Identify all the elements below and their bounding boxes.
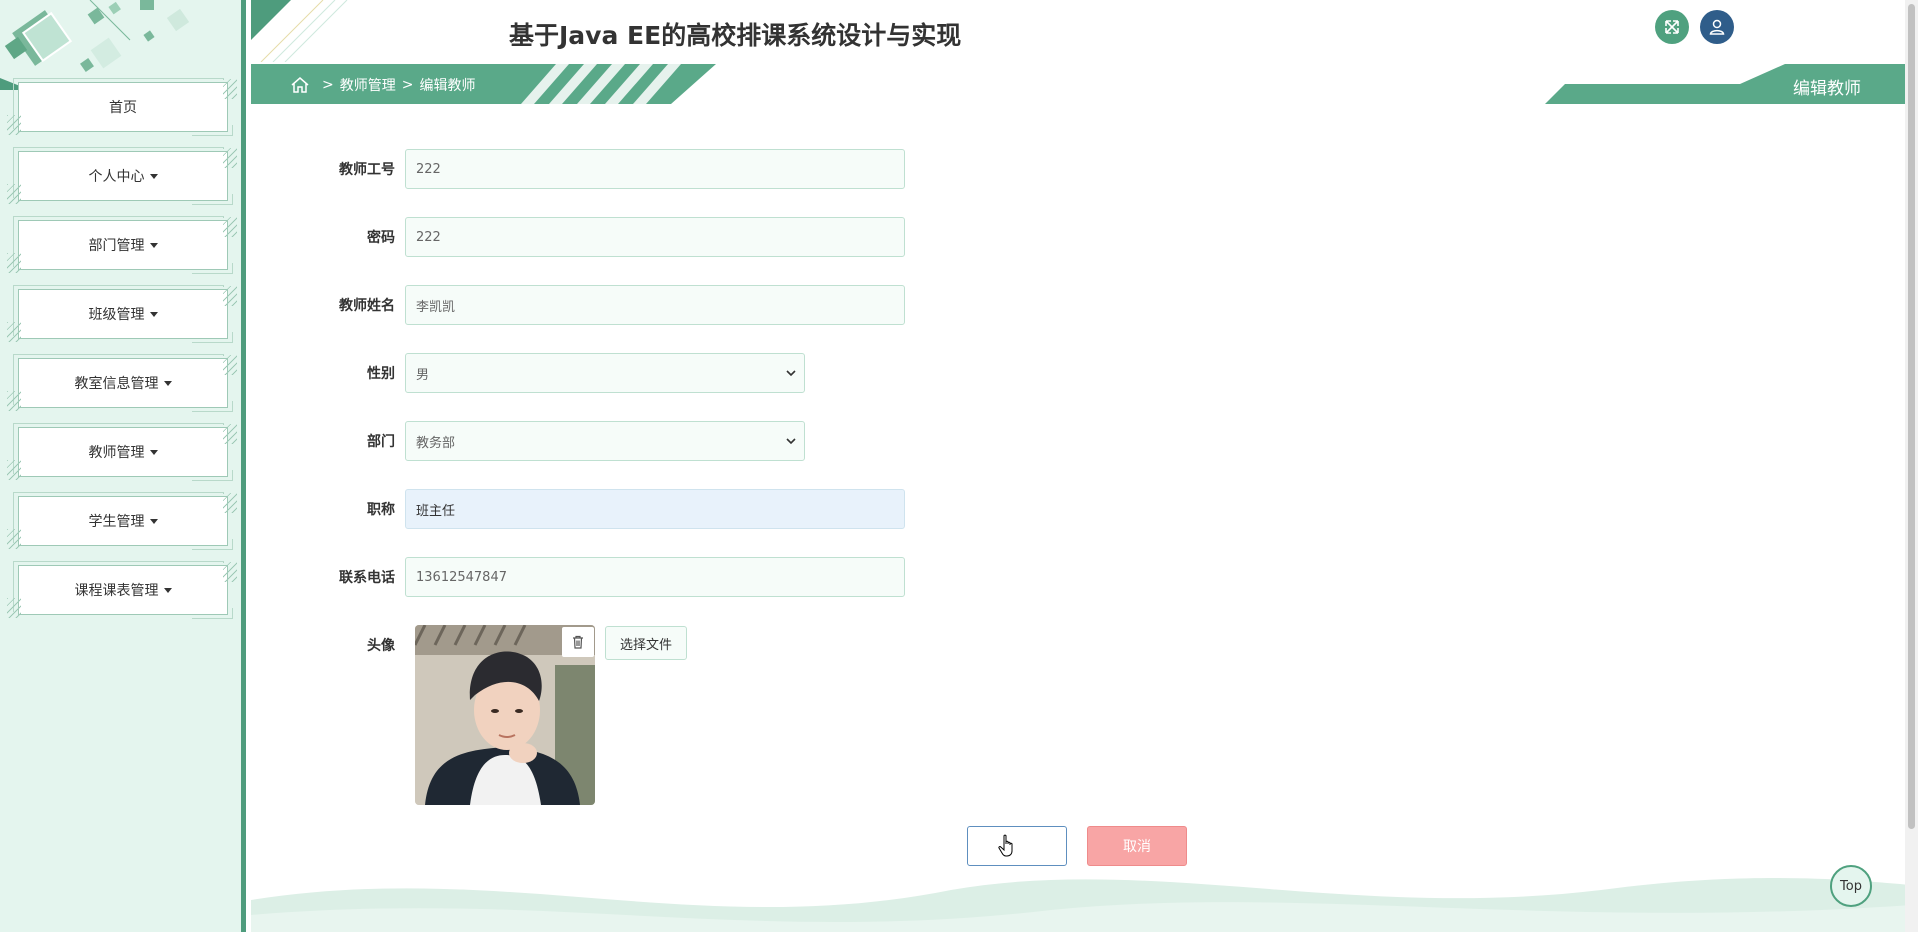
sidebar-item-label: 班级管理 [88, 307, 145, 323]
caret-down-icon [149, 173, 158, 179]
hand-cursor-icon [998, 834, 1013, 857]
sidebar-item-teacher[interactable]: 教师管理 [7, 423, 237, 481]
sidebar-item-label: 部门管理 [88, 238, 145, 254]
sidebar-decoration [0, 0, 190, 90]
teacher-name-label: 教师姓名 [339, 298, 395, 314]
form-row-teacher-name: 教师姓名 [330, 285, 905, 325]
sidebar-item-classroom[interactable]: 教室信息管理 [7, 354, 237, 412]
sidebar-item-student[interactable]: 学生管理 [7, 492, 237, 550]
form-row-avatar: 头像 [330, 635, 405, 655]
back-to-top-button[interactable]: Top [1830, 865, 1872, 907]
scrollbar[interactable] [1905, 0, 1918, 932]
footer-wave-decoration [251, 878, 1911, 932]
trash-icon [573, 635, 583, 649]
form-row-department: 部门 教务部 [330, 421, 805, 461]
teacher-id-label: 教师工号 [339, 162, 395, 178]
form-row-teacher-id: 教师工号 [330, 149, 905, 189]
sidebar: 首页 个人中心 部门管理 班级管理 教室信息管理 教师管理 学生管理 课程课表管… [0, 0, 246, 932]
caret-down-icon [149, 242, 158, 248]
scrollbar-thumb[interactable] [1908, 4, 1915, 829]
sidebar-item-personal-center[interactable]: 个人中心 [7, 147, 237, 205]
phone-input[interactable] [405, 557, 905, 597]
chevron-down-icon [786, 438, 796, 445]
form-row-phone: 联系电话 [330, 557, 905, 597]
department-select[interactable]: 教务部 [405, 421, 805, 461]
expand-arrows-icon [1665, 20, 1679, 34]
avatar-label: 头像 [367, 638, 395, 654]
sidebar-item-department[interactable]: 部门管理 [7, 216, 237, 274]
sidebar-item-label: 个人中心 [88, 169, 145, 185]
fullscreen-button[interactable] [1655, 10, 1689, 44]
password-input[interactable] [405, 217, 905, 257]
app-title: 基于Java EE的高校排课系统设计与实现 [509, 21, 962, 50]
user-menu-button[interactable] [1700, 10, 1734, 44]
sidebar-item-label: 学生管理 [88, 514, 145, 530]
user-icon [1709, 19, 1725, 35]
sidebar-item-label: 首页 [109, 100, 137, 116]
caret-down-icon [149, 518, 158, 524]
sidebar-item-course-schedule[interactable]: 课程课表管理 [7, 561, 237, 619]
job-title-input[interactable] [405, 489, 905, 529]
caret-down-icon [149, 449, 158, 455]
form-row-gender: 性别 男 [330, 353, 805, 393]
sidebar-item-label: 课程课表管理 [74, 583, 159, 599]
breadcrumb-separator: > [322, 77, 334, 93]
gender-selected-value: 男 [416, 367, 430, 383]
teacher-name-input[interactable] [405, 285, 905, 325]
password-label: 密码 [367, 230, 395, 246]
sidebar-item-label: 教室信息管理 [74, 376, 159, 392]
breadcrumb-teacher-management[interactable]: 教师管理 [340, 75, 396, 95]
delete-avatar-button[interactable] [562, 627, 594, 657]
breadcrumb-current: 编辑教师 [419, 78, 476, 94]
gender-label: 性别 [367, 366, 395, 382]
breadcrumb-separator: > [401, 77, 414, 93]
caret-down-icon [163, 380, 172, 386]
caret-down-icon [163, 587, 172, 593]
department-label: 部门 [367, 434, 395, 450]
form-row-job-title: 职称 [330, 489, 905, 529]
choose-file-button[interactable]: 选择文件 [605, 626, 687, 660]
sidebar-item-class[interactable]: 班级管理 [7, 285, 237, 343]
home-icon[interactable] [290, 76, 310, 94]
teacher-id-input[interactable] [405, 149, 905, 189]
phone-label: 联系电话 [339, 570, 395, 586]
caret-down-icon [149, 311, 158, 317]
page-title: 编辑教师 [1793, 79, 1861, 99]
header-decoration [251, 0, 348, 62]
gender-select[interactable]: 男 [405, 353, 805, 393]
breadcrumb: > 教师管理 > 编辑教师 [290, 75, 475, 95]
department-selected-value: 教务部 [416, 435, 456, 451]
sidebar-item-home[interactable]: 首页 [7, 78, 237, 136]
sidebar-item-label: 教师管理 [88, 445, 145, 461]
chevron-down-icon [786, 370, 796, 377]
form-row-password: 密码 [330, 217, 905, 257]
job-title-label: 职称 [367, 502, 395, 518]
